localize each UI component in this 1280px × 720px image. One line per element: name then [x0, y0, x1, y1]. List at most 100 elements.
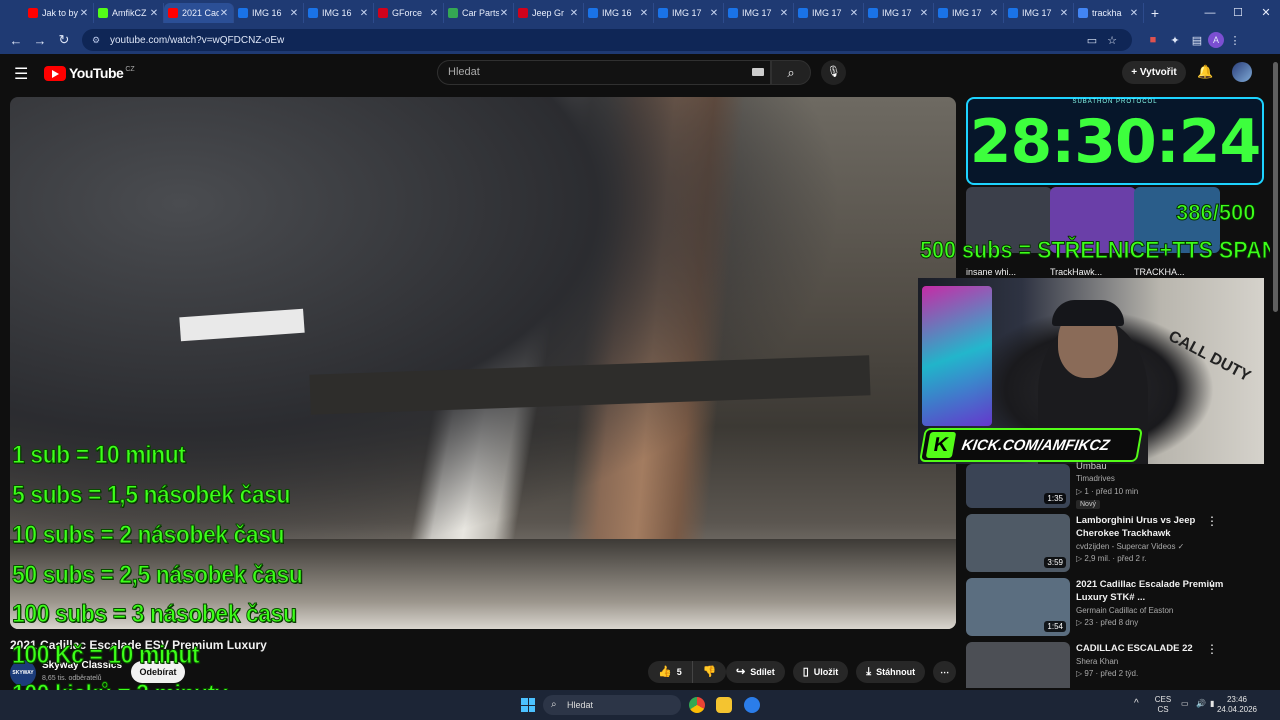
dislike-button[interactable]: 👎 [692, 661, 727, 683]
extension-icon[interactable]: ■ [1142, 34, 1164, 46]
side-panel-icon[interactable]: ▤ [1186, 34, 1208, 47]
tab-close-icon[interactable]: ✕ [919, 8, 929, 19]
tab-close-icon[interactable]: ✕ [149, 8, 159, 19]
reload-button[interactable]: ↻ [52, 32, 76, 48]
tab-close-icon[interactable]: ✕ [709, 8, 719, 19]
video-thumbnail[interactable]: 1:54 [966, 578, 1070, 636]
browser-tab[interactable]: AmfikCZ ✕ [94, 3, 164, 23]
bookmark-star-icon[interactable]: ☆ [1102, 34, 1122, 47]
maximize-button[interactable]: ☐ [1224, 0, 1252, 26]
browser-tab[interactable]: trackha ✕ [1074, 3, 1144, 23]
tab-close-icon[interactable]: ✕ [849, 8, 859, 19]
tab-favicon-icon [168, 8, 178, 18]
taskbar-search[interactable]: ⌕ Hledat [543, 695, 681, 715]
url-bar[interactable]: ⚙ youtube.com/watch?v=wQFDCNZ-oEw ▭ ☆ [82, 29, 1132, 51]
app-icon[interactable] [744, 697, 760, 713]
more-options-icon[interactable]: ⋮ [1206, 514, 1218, 528]
tab-close-icon[interactable]: ✕ [569, 8, 579, 19]
tab-close-icon[interactable]: ✕ [79, 8, 89, 19]
tab-close-icon[interactable]: ✕ [359, 8, 369, 19]
tab-close-icon[interactable]: ✕ [989, 8, 999, 19]
video-title[interactable]: Umbau [1076, 460, 1226, 473]
page-scrollbar[interactable] [1270, 54, 1280, 690]
browser-tab[interactable]: IMG 17 ✕ [1004, 3, 1074, 23]
recommended-item[interactable]: CADILLAC ESCALADE 22 Shera Khan ▷ 97 · p… [966, 642, 1266, 688]
voice-search-button[interactable]: 🎙 [821, 60, 846, 85]
chrome-icon[interactable] [689, 697, 705, 713]
minimize-button[interactable]: — [1196, 0, 1224, 26]
browser-tab[interactable]: IMG 16 ✕ [584, 3, 654, 23]
browser-tab[interactable]: IMG 17 ✕ [864, 3, 934, 23]
network-icon[interactable]: ▭ [1181, 699, 1189, 709]
recommended-item[interactable]: 3:59 Lamborghini Urus vs Jeep Cherokee T… [966, 514, 1266, 576]
channel-name[interactable]: Germain Cadillac of Easton [1076, 606, 1173, 615]
video-title[interactable]: CADILLAC ESCALADE 22 [1076, 642, 1226, 655]
tab-close-icon[interactable]: ✕ [429, 8, 439, 19]
volume-icon[interactable]: 🔊 [1196, 699, 1206, 709]
video-title[interactable]: 2021 Cadillac Escalade Premium Luxury ST… [1076, 578, 1226, 604]
create-button[interactable]: + Vytvořit [1122, 61, 1186, 84]
recommended-item[interactable]: 1:35 Umbau Timadrives ▷ 1 · před 10 min … [966, 458, 1266, 520]
like-button[interactable]: 👍 5 [648, 661, 693, 683]
short-title[interactable]: TrackHawk... [1050, 267, 1102, 277]
language-indicator[interactable]: CES CS [1152, 695, 1174, 715]
channel-name[interactable]: Timadrives [1076, 474, 1115, 483]
browser-tab[interactable]: Car Parts ✕ [444, 3, 514, 23]
start-button[interactable] [521, 698, 535, 712]
tab-close-icon[interactable]: ✕ [779, 8, 789, 19]
browser-tab[interactable]: Jeep Gr ✕ [514, 3, 584, 23]
tray-chevron-icon[interactable]: ^ [1134, 699, 1139, 709]
tab-close-icon[interactable]: ✕ [499, 8, 509, 19]
browser-tab[interactable]: IMG 17 ✕ [794, 3, 864, 23]
browser-tab[interactable]: GForce ✕ [374, 3, 444, 23]
more-options-icon[interactable]: ⋮ [1206, 642, 1218, 656]
clock[interactable]: 23:46 24.04.2026 [1216, 695, 1258, 715]
notifications-bell-icon[interactable]: 🔔 [1197, 64, 1213, 80]
battery-icon[interactable]: ▮ [1210, 699, 1214, 709]
microphone-icon: 🎙 [826, 66, 841, 78]
tab-close-icon[interactable]: ✕ [639, 8, 649, 19]
scrollbar-thumb[interactable] [1273, 62, 1278, 312]
video-thumbnail[interactable] [966, 642, 1070, 688]
tab-close-icon[interactable]: ✕ [219, 8, 229, 19]
more-actions-button[interactable]: ⋯ [933, 661, 957, 683]
channel-name[interactable]: cvdzijden - Supercar Videos ✓ [1076, 542, 1184, 551]
search-button[interactable]: ⌕ [771, 60, 811, 85]
forward-button[interactable]: → [28, 33, 52, 48]
profile-avatar[interactable]: A [1208, 32, 1224, 48]
short-title[interactable]: insane whi... [966, 267, 1016, 277]
save-button[interactable]: ▯ Uložit [792, 661, 849, 683]
menu-icon[interactable]: ☰ [14, 64, 28, 84]
recommended-item[interactable]: 1:54 2021 Cadillac Escalade Premium Luxu… [966, 578, 1266, 640]
video-thumbnail[interactable]: 1:35 [966, 464, 1070, 508]
cast-icon[interactable]: ▭ [1082, 34, 1102, 47]
site-info-icon[interactable]: ⚙ [92, 35, 102, 46]
account-avatar[interactable] [1232, 62, 1252, 82]
video-thumbnail[interactable]: 3:59 [966, 514, 1070, 572]
keyboard-icon[interactable] [752, 68, 764, 76]
tab-close-icon[interactable]: ✕ [289, 8, 299, 19]
download-button[interactable]: ⤓ Stáhnout [856, 661, 926, 683]
browser-tab[interactable]: IMG 16 ✕ [304, 3, 374, 23]
extensions-puzzle-icon[interactable]: ✦ [1164, 34, 1186, 47]
file-explorer-icon[interactable] [716, 697, 732, 713]
browser-menu-icon[interactable]: ⋮ [1224, 34, 1246, 47]
new-tab-button[interactable]: + [1144, 5, 1166, 21]
browser-tab[interactable]: IMG 17 ✕ [934, 3, 1004, 23]
browser-tab[interactable]: IMG 16 ✕ [234, 3, 304, 23]
search-input[interactable]: Hledat [437, 60, 771, 85]
tab-close-icon[interactable]: ✕ [1129, 8, 1139, 19]
browser-tab[interactable]: IMG 17 ✕ [654, 3, 724, 23]
browser-tab[interactable]: Jak to by ✕ [24, 3, 94, 23]
share-button[interactable]: ↪ Sdílet [726, 661, 785, 683]
browser-tab[interactable]: IMG 17 ✕ [724, 3, 794, 23]
browser-tab[interactable]: 2021 Cadil✕ [164, 3, 234, 23]
more-options-icon[interactable]: ⋮ [1206, 578, 1218, 592]
youtube-logo[interactable]: YouTube CZ [44, 65, 135, 81]
video-title[interactable]: Lamborghini Urus vs Jeep Cherokee Trackh… [1076, 514, 1226, 540]
short-title[interactable]: TRACKHA... [1134, 267, 1185, 277]
back-button[interactable]: ← [4, 33, 28, 48]
close-window-button[interactable]: ✕ [1252, 0, 1280, 26]
tab-close-icon[interactable]: ✕ [1059, 8, 1069, 19]
channel-name[interactable]: Shera Khan [1076, 657, 1118, 666]
